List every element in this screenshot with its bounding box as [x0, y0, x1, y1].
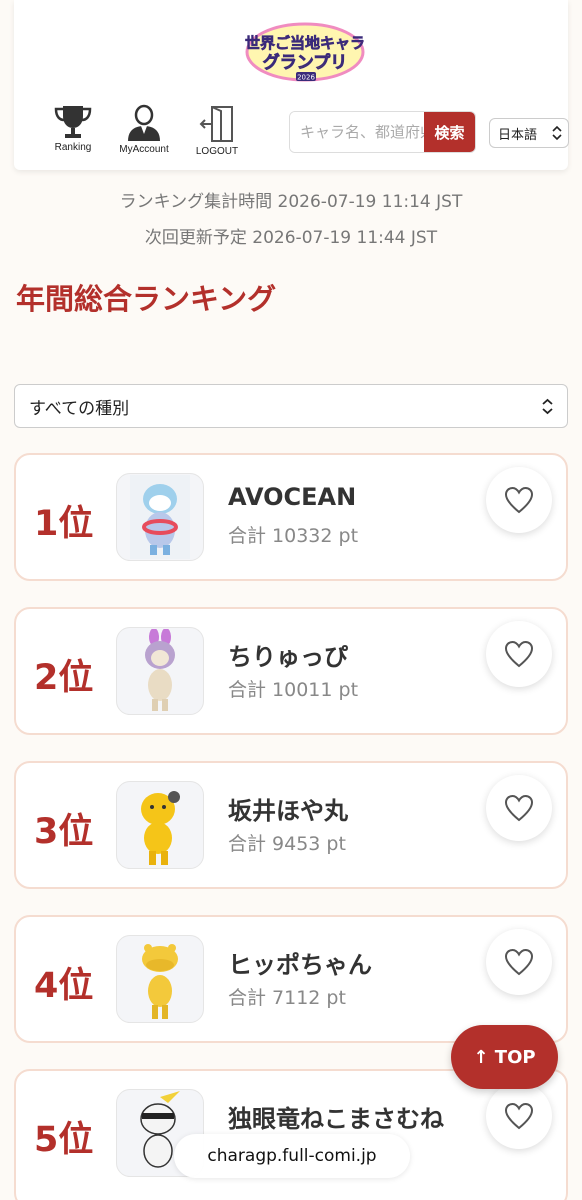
rank-label: 2位: [34, 658, 94, 698]
next-update-label: 次回更新予定: [144, 228, 247, 248]
site-logo[interactable]: 世界ご当地キャラ グランプリ 2026: [244, 20, 366, 84]
svg-text:世界ご当地キャラ: 世界ご当地キャラ: [245, 34, 365, 52]
ranking-card[interactable]: 4位 ヒッポちゃん 合計 7112 pt: [14, 915, 568, 1043]
svg-text:2026: 2026: [297, 74, 315, 82]
search-input[interactable]: [290, 112, 424, 152]
aggregation-label: ランキング集計時間: [119, 192, 273, 212]
heart-icon: [504, 1102, 534, 1130]
heart-icon: [504, 486, 534, 514]
character-image: [116, 781, 204, 869]
nav-myaccount-label: MyAccount: [119, 144, 169, 155]
user-icon: [128, 104, 160, 141]
character-image: [116, 627, 204, 715]
ranking-card[interactable]: 2位 ちりゅっぴ 合計 10011 pt: [14, 607, 568, 735]
favorite-button[interactable]: [486, 929, 552, 995]
ranking-card[interactable]: 3位 坂井ほや丸 合計 9453 pt: [14, 761, 568, 889]
aggregation-value: 2026-07-19 11:14 JST: [277, 192, 463, 212]
nav-ranking-label: Ranking: [54, 142, 92, 153]
character-image: [116, 935, 204, 1023]
search-button[interactable]: 検索: [424, 112, 475, 152]
scroll-to-top-button[interactable]: ↑ TOP: [451, 1025, 558, 1089]
character-name: 坂井ほや丸: [228, 797, 348, 825]
favorite-button[interactable]: [486, 467, 552, 533]
character-points: 合計 9453 pt: [228, 833, 346, 855]
heart-icon: [504, 794, 534, 822]
rank-label: 1位: [34, 504, 94, 544]
character-name: AVOCEAN: [228, 483, 357, 511]
ranking-card[interactable]: 1位 AVOCEAN 合計 10332 pt: [14, 453, 568, 581]
category-filter-value: すべての種別: [29, 398, 130, 419]
rank-label: 3位: [34, 812, 94, 852]
favorite-button[interactable]: [486, 621, 552, 687]
heart-icon: [504, 640, 534, 668]
favorite-button[interactable]: [486, 1083, 552, 1149]
nav-logout[interactable]: LOGOUT: [182, 104, 252, 160]
language-value: 日本語: [498, 127, 538, 143]
search-form: 検索: [289, 111, 476, 153]
character-name: ちりゅっぴ: [228, 643, 348, 671]
character-name: ヒッポちゃん: [228, 951, 372, 979]
rank-label: 4位: [34, 966, 94, 1006]
category-filter-select[interactable]: すべての種別: [14, 384, 568, 428]
character-image: [116, 473, 204, 561]
heart-icon: [504, 948, 534, 976]
language-select[interactable]: 日本語: [489, 118, 569, 148]
next-update-time: 次回更新予定 2026-07-19 11:44 JST: [0, 223, 582, 248]
page-title: 年間総合ランキング: [16, 282, 277, 316]
logout-icon: [199, 106, 233, 142]
rank-label: 5位: [34, 1120, 94, 1160]
character-points: 合計 7112 pt: [228, 987, 346, 1009]
site-header: 世界ご当地キャラ グランプリ 2026 Ranking MyAccount LO…: [14, 0, 569, 170]
select-arrows-icon: [542, 398, 553, 414]
character-name: 独眼竜ねこまさむね: [228, 1105, 444, 1133]
character-points: 合計 10332 pt: [228, 525, 359, 547]
select-arrows-icon: [552, 125, 562, 141]
svg-text:グランプリ: グランプリ: [263, 52, 348, 73]
nav-ranking[interactable]: Ranking: [38, 104, 108, 160]
next-update-value: 2026-07-19 11:44 JST: [252, 228, 438, 248]
nav-myaccount[interactable]: MyAccount: [109, 104, 179, 160]
character-points: 合計 10011 pt: [228, 679, 359, 701]
browser-url-bar[interactable]: charagp.full-comi.jp: [174, 1134, 410, 1178]
nav-logout-label: LOGOUT: [195, 146, 239, 157]
aggregation-time: ランキング集計時間 2026-07-19 11:14 JST: [0, 187, 582, 212]
favorite-button[interactable]: [486, 775, 552, 841]
trophy-icon: [54, 106, 92, 138]
